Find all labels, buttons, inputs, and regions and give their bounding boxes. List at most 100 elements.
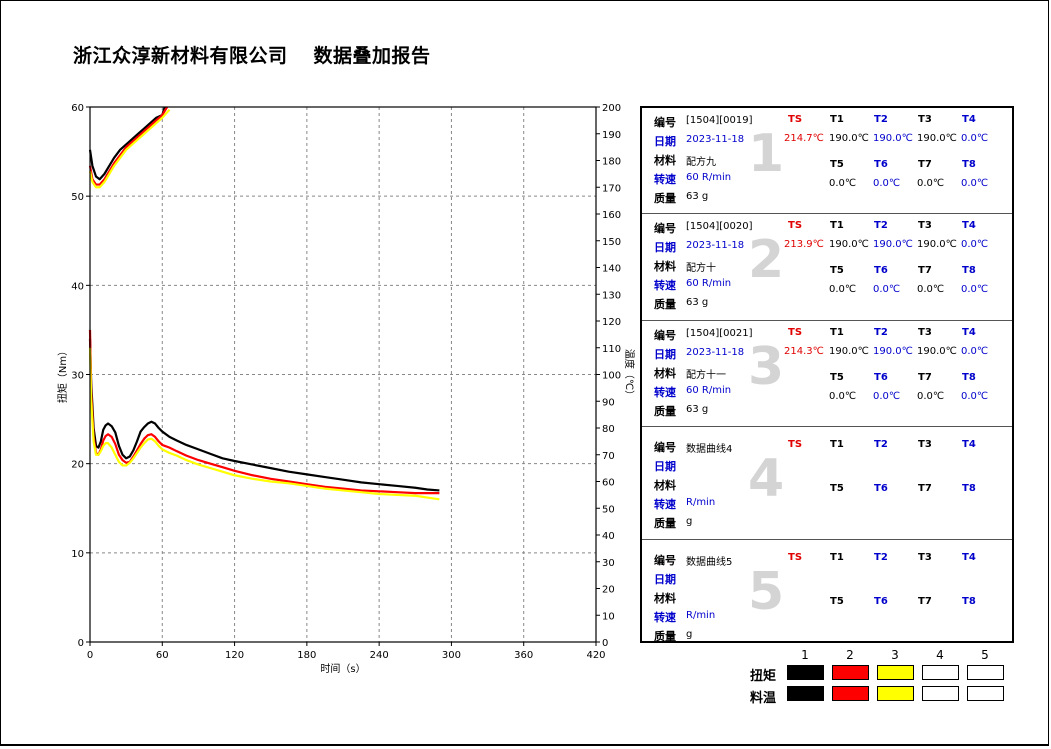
header-t6: T6 <box>874 372 888 383</box>
value-t4: 0.0℃ <box>961 239 989 250</box>
header-t1: T1 <box>830 552 844 563</box>
value-mass: 63 g <box>686 404 709 415</box>
y2-tick-label: 70 <box>602 451 615 462</box>
y2-tick-label: 120 <box>602 317 621 328</box>
header-ts: TS <box>788 220 803 231</box>
header-t6: T6 <box>874 265 888 276</box>
header-t5: T5 <box>830 483 844 494</box>
value-t1: 190.0℃ <box>829 133 869 144</box>
value-t6: 0.0℃ <box>873 284 901 295</box>
value-mass: 63 g <box>686 297 709 308</box>
torque-temperature-chart: 0 60 120 180 240 300 360 4200102030405060010203… <box>56 103 636 675</box>
y2-tick-label: 160 <box>602 210 621 221</box>
header-t2: T2 <box>874 327 888 338</box>
value-t1: 190.0℃ <box>829 346 869 357</box>
header-ts: TS <box>788 114 803 125</box>
header-t6: T6 <box>874 159 888 170</box>
label-date: 日期 <box>654 460 676 473</box>
label-speed: 转速 <box>654 386 676 399</box>
y2-tick-label: 140 <box>602 264 621 275</box>
value-date: 2023-11-18 <box>686 347 745 358</box>
y-tick-label: 0 <box>78 638 84 649</box>
label-date: 日期 <box>654 573 676 586</box>
label-id: 编号 <box>654 441 676 454</box>
header-t3: T3 <box>918 220 932 231</box>
value-ts: 213.9℃ <box>784 239 824 250</box>
header-t3: T3 <box>918 114 932 125</box>
header-t1: T1 <box>830 327 844 338</box>
y-axis-label: 扭矩（Nm） <box>56 346 69 403</box>
header-t5: T5 <box>830 372 844 383</box>
sample-info-panel: 编号 [1504][0019] 日期 2023-11-18 材料 配方九 转速 60 R/mi… <box>640 106 1014 643</box>
header-t7: T7 <box>918 483 932 494</box>
value-t6: 0.0℃ <box>873 391 901 402</box>
temp-swatch-3 <box>877 686 914 701</box>
y2-tick-label: 170 <box>602 183 621 194</box>
y2-axis-label: 温度（℃） <box>623 349 636 400</box>
value-t7: 0.0℃ <box>917 178 945 189</box>
temp-swatch-2 <box>832 686 869 701</box>
value-t4: 0.0℃ <box>961 346 989 357</box>
y2-tick-label: 180 <box>602 157 621 168</box>
label-date: 日期 <box>654 241 676 254</box>
value-id: 数据曲线5 <box>686 557 733 568</box>
y-tick-label: 10 <box>71 549 84 560</box>
label-material: 材料 <box>654 592 676 605</box>
torque-swatch-1 <box>787 665 824 680</box>
header-t5: T5 <box>830 159 844 170</box>
legend-column-5: 5 <box>981 648 989 662</box>
legend-column-1: 1 <box>801 648 809 662</box>
value-material: 配方十一 <box>686 370 726 381</box>
value-id: [1504][0021] <box>686 328 753 339</box>
value-t3: 190.0℃ <box>917 346 957 357</box>
y2-tick-label: 20 <box>602 585 615 596</box>
x-tick-label: 0 <box>87 650 93 661</box>
label-id: 编号 <box>654 554 676 567</box>
legend-column-3: 3 <box>891 648 899 662</box>
header-t6: T6 <box>874 596 888 607</box>
x-tick-label: 420 <box>586 650 605 661</box>
value-t5: 0.0℃ <box>829 178 857 189</box>
legend-melt-temp-label: 料温 <box>750 691 777 706</box>
header-t8: T8 <box>962 372 976 383</box>
header-ts: TS <box>788 439 803 450</box>
value-t2: 190.0℃ <box>873 239 913 250</box>
label-date: 日期 <box>654 135 676 148</box>
label-id: 编号 <box>654 116 676 129</box>
header-t2: T2 <box>874 220 888 231</box>
label-material: 材料 <box>654 479 676 492</box>
label-mass: 质量 <box>654 517 676 530</box>
y2-tick-label: 110 <box>602 344 621 355</box>
header-t2: T2 <box>874 552 888 563</box>
y-tick-label: 30 <box>71 371 84 382</box>
y2-tick-label: 60 <box>602 478 615 489</box>
header-t8: T8 <box>962 596 976 607</box>
value-t8: 0.0℃ <box>961 178 989 189</box>
label-mass: 质量 <box>654 192 676 205</box>
header-t7: T7 <box>918 265 932 276</box>
header-t4: T4 <box>962 220 976 231</box>
y2-tick-label: 100 <box>602 371 621 382</box>
value-id: [1504][0020] <box>686 221 753 232</box>
header-t7: T7 <box>918 372 932 383</box>
card-number: 1 <box>748 124 785 184</box>
x-tick-label: 120 <box>225 650 244 661</box>
x-tick-label: 60 <box>156 650 169 661</box>
header-t3: T3 <box>918 439 932 450</box>
label-material: 材料 <box>654 367 676 380</box>
sample-card-5: 编号 数据曲线5 日期 材料 转速 R/min 质量 g 5 TS T1 T2 T3 T4 T5 T6 T7 T8 <box>642 540 1012 643</box>
y-tick-label: 60 <box>71 103 84 114</box>
y2-tick-label: 150 <box>602 237 621 248</box>
sample-card-3: 编号 [1504][0021] 日期 2023-11-18 材料 配方十一 转速 60 R/m… <box>642 321 1012 427</box>
value-t1: 190.0℃ <box>829 239 869 250</box>
y2-tick-label: 130 <box>602 290 621 301</box>
x-tick-label: 300 <box>442 650 461 661</box>
value-ts: 214.3℃ <box>784 346 824 357</box>
header-t1: T1 <box>830 114 844 125</box>
header-t4: T4 <box>962 439 976 450</box>
label-mass: 质量 <box>654 298 676 311</box>
value-mass: g <box>686 629 693 640</box>
value-t7: 0.0℃ <box>917 284 945 295</box>
card-number: 2 <box>748 230 785 290</box>
value-speed: 60 R/min <box>686 385 732 396</box>
